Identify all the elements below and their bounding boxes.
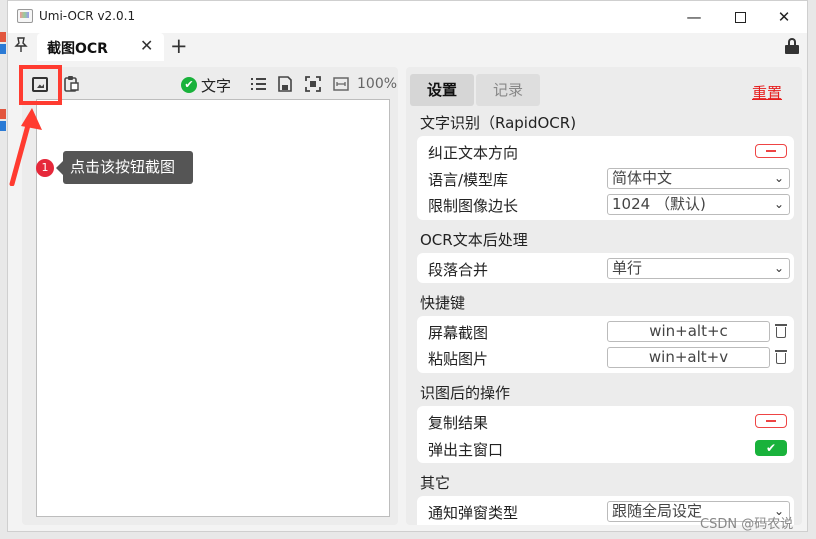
- correct-direction-toggle[interactable]: [755, 144, 787, 158]
- limit-size-label: 限制图像边长: [428, 197, 519, 215]
- language-value: 简体中文: [612, 169, 673, 187]
- fit-icon[interactable]: [332, 75, 350, 93]
- merge-label: 段落合并: [428, 261, 489, 279]
- limit-size-select[interactable]: 1024 （默认) ⌄: [607, 194, 790, 215]
- tab-settings[interactable]: 设置: [410, 74, 474, 106]
- settings-panel: 设置 记录 重置 文字识别（RapidOCR) 纠正文本方向 语言/模型库 简体…: [406, 67, 802, 525]
- tab-bar: 截图OCR ✕ +: [8, 33, 807, 61]
- tooltip: 点击该按钮截图: [56, 151, 193, 184]
- reset-button[interactable]: 重置: [752, 82, 782, 103]
- screenshot-hotkey-label: 屏幕截图: [428, 324, 489, 342]
- minimize-icon[interactable]: —: [674, 5, 714, 29]
- trash-icon[interactable]: [775, 350, 787, 364]
- tab-screenshot-ocr[interactable]: 截图OCR ✕: [37, 33, 164, 61]
- after-ocr-card: 复制结果 弹出主窗口 ✔: [417, 406, 794, 463]
- screenshot-button-highlight: [19, 65, 62, 105]
- paste-hotkey-label: 粘贴图片: [428, 350, 489, 368]
- copy-result-toggle[interactable]: [755, 414, 787, 428]
- section-title-after: 识图后的操作: [420, 384, 511, 402]
- lock-icon[interactable]: [785, 38, 799, 54]
- chevron-down-icon: ⌄: [773, 261, 784, 275]
- chevron-down-icon: ⌄: [773, 197, 784, 211]
- paste-icon[interactable]: [62, 75, 80, 93]
- text-toggle-check-icon[interactable]: ✔: [181, 77, 197, 93]
- zoom-level[interactable]: 100%: [357, 76, 397, 92]
- desktop-edge-marker: [0, 44, 6, 54]
- section-title-post: OCR文本后处理: [420, 231, 528, 249]
- popup-type-label: 通知弹窗类型: [428, 504, 519, 522]
- window-title: Umi-OCR v2.0.1: [39, 9, 136, 23]
- tab-label: 截图OCR: [47, 41, 108, 57]
- pin-icon[interactable]: [14, 37, 28, 57]
- hotkeys-card: 屏幕截图 win+alt+c 粘贴图片 win+alt+v: [417, 316, 794, 373]
- popup-window-toggle[interactable]: ✔: [755, 440, 787, 456]
- app-window: Umi-OCR v2.0.1 — ✕ 截图OCR ✕ + ✔ 文字 100% 设…: [7, 0, 808, 532]
- title-bar[interactable]: Umi-OCR v2.0.1 — ✕: [8, 1, 807, 33]
- language-select[interactable]: 简体中文 ⌄: [607, 168, 790, 189]
- desktop-edge-marker: [0, 32, 6, 42]
- correct-direction-label: 纠正文本方向: [428, 144, 519, 162]
- scan-icon[interactable]: [304, 75, 322, 93]
- close-icon[interactable]: ✕: [140, 36, 153, 55]
- language-label: 语言/模型库: [428, 171, 509, 189]
- popup-type-value: 跟随全局设定: [612, 502, 703, 520]
- limit-size-value: 1024 （默认): [612, 195, 706, 213]
- text-toggle-label[interactable]: 文字: [201, 75, 231, 96]
- post-process-card: 段落合并 单行 ⌄: [417, 253, 794, 283]
- trash-icon[interactable]: [775, 324, 787, 338]
- section-title-ocr: 文字识别（RapidOCR): [420, 114, 577, 132]
- save-icon[interactable]: [276, 75, 294, 93]
- watermark: CSDN @码农说: [700, 517, 794, 532]
- section-title-other: 其它: [420, 474, 451, 492]
- popup-window-label: 弹出主窗口: [428, 441, 504, 459]
- maximize-icon[interactable]: [720, 5, 760, 29]
- app-icon: [17, 9, 33, 23]
- screenshot-hotkey-input[interactable]: win+alt+c: [607, 321, 770, 342]
- copy-result-label: 复制结果: [428, 414, 489, 432]
- close-icon[interactable]: ✕: [764, 5, 804, 29]
- chevron-down-icon: ⌄: [773, 171, 784, 185]
- tab-records[interactable]: 记录: [476, 74, 540, 106]
- image-panel: ✔ 文字 100%: [22, 67, 398, 525]
- step-badge: 1: [36, 159, 54, 177]
- section-title-hotkeys: 快捷键: [420, 294, 466, 312]
- merge-select[interactable]: 单行 ⌄: [607, 258, 790, 279]
- ocr-settings-card: 纠正文本方向 语言/模型库 简体中文 ⌄ 限制图像边长 1024 （默认) ⌄: [417, 136, 794, 220]
- paste-hotkey-input[interactable]: win+alt+v: [607, 347, 770, 368]
- plus-icon[interactable]: +: [170, 34, 188, 58]
- merge-value: 单行: [612, 259, 643, 277]
- list-icon[interactable]: [249, 75, 267, 93]
